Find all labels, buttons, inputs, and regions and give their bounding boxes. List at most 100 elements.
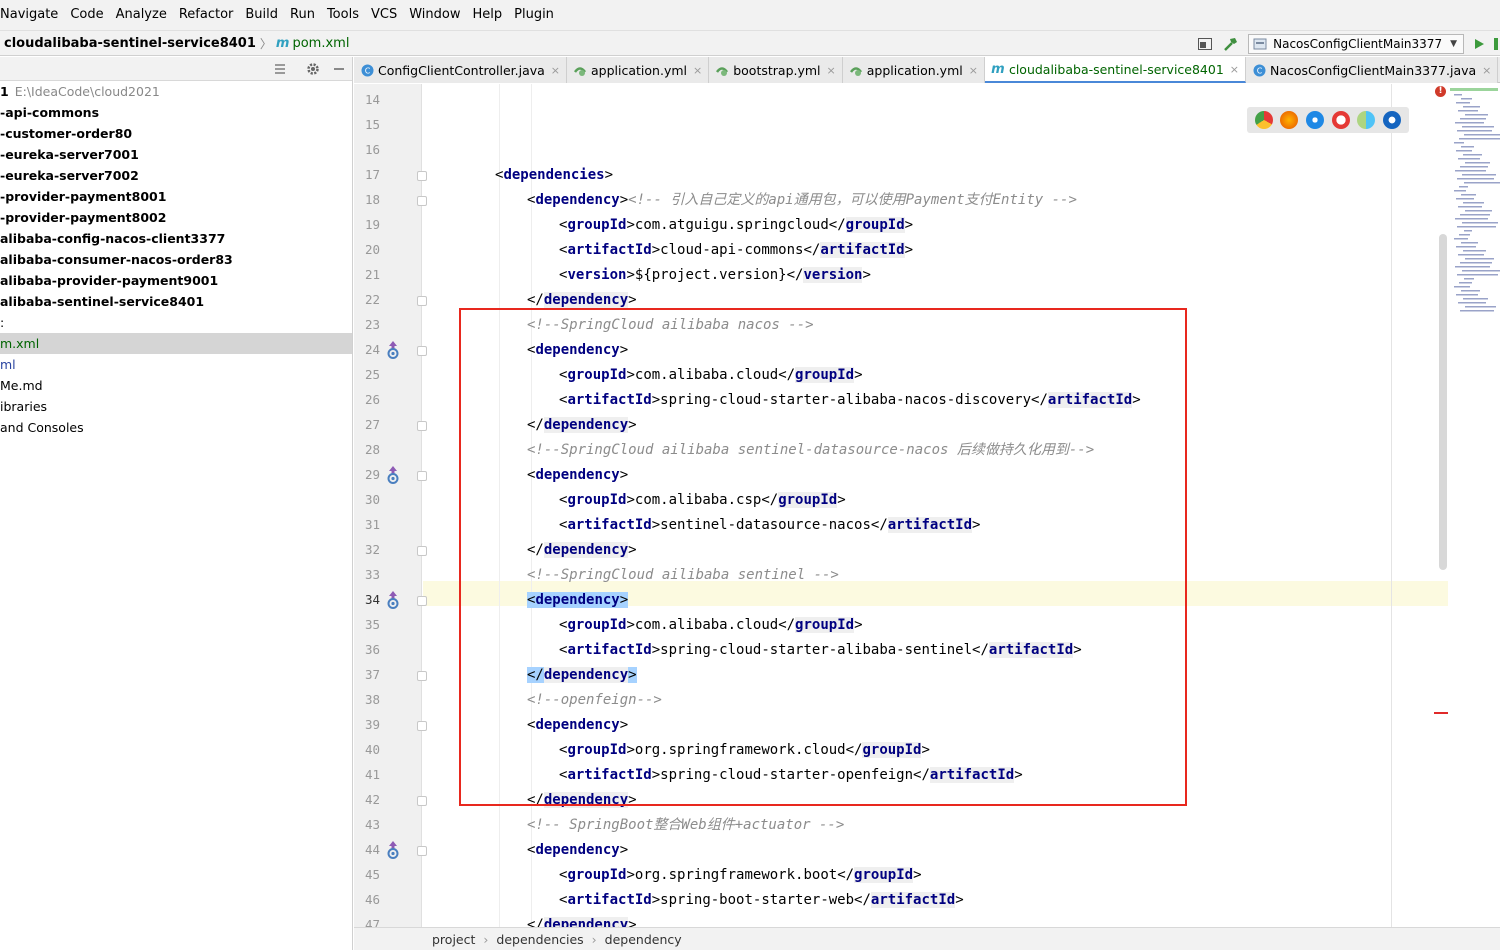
close-icon[interactable]: × [693, 64, 702, 77]
close-icon[interactable]: × [1230, 63, 1239, 76]
dependency-gutter-icon[interactable] [386, 341, 400, 359]
close-icon[interactable]: × [827, 64, 836, 77]
editor-tab[interactable]: m cloudalibaba-sentinel-service8401 × [984, 57, 1247, 83]
fold-marker-icon[interactable] [417, 846, 427, 856]
tag-name: groupId [567, 617, 627, 633]
tree-item[interactable]: ibraries [0, 396, 352, 417]
maven-icon: m [991, 61, 1005, 77]
close-icon[interactable]: × [969, 64, 978, 77]
xml-tag: </dependency> [527, 792, 637, 808]
breadcrumb-file[interactable]: m pom.xml [276, 36, 350, 51]
tree-root[interactable]: 1 E:\IdeaCode\cloud2021 [0, 81, 352, 102]
menu-item[interactable]: Refactor [173, 0, 240, 30]
fold-marker-icon[interactable] [417, 796, 427, 806]
tree-item[interactable]: -customer-order80 [0, 123, 352, 144]
menu-item[interactable]: Code [64, 0, 109, 30]
layout-icon[interactable] [1194, 33, 1216, 55]
gear-icon[interactable] [304, 60, 322, 78]
fold-marker-icon[interactable] [417, 346, 427, 356]
tree-item[interactable]: m.xml [0, 333, 352, 354]
editor-tab[interactable]: C ConfigClientController.java × [354, 57, 568, 83]
line-number: 31 [364, 517, 380, 532]
code-line: <dependency> [527, 588, 629, 613]
tag-bracket: > [1073, 642, 1082, 658]
tree-item[interactable]: : [0, 312, 352, 333]
run-icon[interactable] [1468, 33, 1490, 55]
tree-item[interactable]: -provider-payment8002 [0, 207, 352, 228]
menu-item[interactable]: Window [403, 0, 466, 30]
tag-bracket: > [626, 742, 635, 758]
fold-marker-icon[interactable] [417, 596, 427, 606]
tag-bracket: > [651, 392, 661, 408]
menu-item[interactable]: Tools [321, 0, 365, 30]
fold-marker-icon[interactable] [417, 671, 427, 681]
tree-item[interactable]: -eureka-server7001 [0, 144, 352, 165]
menu-item[interactable]: Build [239, 0, 284, 30]
close-icon[interactable]: × [1482, 64, 1491, 77]
editor-tab[interactable]: bootstrap.yml × [709, 57, 843, 83]
line-number: 34 [364, 592, 380, 607]
firefox-icon[interactable] [1280, 111, 1299, 129]
tree-item[interactable]: ml [0, 354, 352, 375]
editor-tab[interactable]: application.yml × [567, 57, 710, 83]
editor-tab[interactable]: application.yml × [842, 57, 985, 83]
menu-item[interactable]: Navigate [0, 0, 64, 30]
fold-marker-icon[interactable] [417, 296, 427, 306]
tree-item[interactable]: alibaba-config-nacos-client3377 [0, 228, 352, 249]
menu-item[interactable]: Run [284, 0, 321, 30]
error-indicator-icon[interactable]: ! [1435, 86, 1446, 97]
status-breadcrumb[interactable]: dependencies [496, 932, 583, 947]
fold-marker-icon[interactable] [417, 171, 427, 181]
fold-marker-icon[interactable] [417, 721, 427, 731]
fold-marker-icon[interactable] [417, 421, 427, 431]
code-line: <groupId>com.alibaba.cloud</groupId> [559, 613, 863, 638]
collapse-all-icon[interactable] [271, 60, 289, 78]
tree-item[interactable]: -eureka-server7002 [0, 165, 352, 186]
tree-item[interactable]: -api-commons [0, 102, 352, 123]
code-line: <artifactId>spring-cloud-starter-alibaba… [559, 388, 1141, 413]
scrollbar-thumb[interactable] [1439, 234, 1447, 570]
tree-item[interactable]: alibaba-consumer-nacos-order83 [0, 249, 352, 270]
status-breadcrumb[interactable]: dependency [605, 932, 682, 947]
tab-label: NacosConfigClientMain3377.java [1270, 62, 1477, 78]
run-config-label: NacosConfigClientMain3377 [1273, 37, 1443, 51]
menu-item[interactable]: Analyze [110, 0, 173, 30]
tag-name: groupId [795, 617, 855, 633]
menu-item[interactable]: Help [466, 0, 508, 30]
tree-item[interactable]: alibaba-provider-payment9001 [0, 270, 352, 291]
tree-item[interactable]: Me.md [0, 375, 352, 396]
tree-item[interactable]: -provider-payment8001 [0, 186, 352, 207]
run-configuration-select[interactable]: NacosConfigClientMain3377 ▼ [1248, 34, 1464, 54]
breadcrumb-project[interactable]: cloudalibaba-sentinel-service8401 [0, 36, 256, 51]
code-line: </dependency> [527, 663, 637, 688]
safari-icon[interactable] [1306, 111, 1325, 129]
edge-icon[interactable] [1383, 111, 1402, 129]
build-hammer-icon[interactable] [1220, 33, 1242, 55]
minimize-icon[interactable] [330, 60, 348, 78]
error-stripe-mark[interactable] [1434, 712, 1448, 714]
tag-name: groupId [795, 367, 855, 383]
tag-bracket: </ [828, 217, 846, 233]
tag-name: artifactId [567, 242, 652, 258]
opera-icon[interactable] [1331, 111, 1350, 129]
fold-marker-icon[interactable] [417, 471, 427, 481]
status-breadcrumb[interactable]: project [432, 932, 475, 947]
menu-item[interactable]: Plugin [508, 0, 560, 30]
breadcrumb-separator: › [483, 931, 489, 947]
tree-item[interactable]: alibaba-sentinel-service8401 [0, 291, 352, 312]
xml-tag: <artifactId> [559, 642, 660, 658]
fold-marker-icon[interactable] [417, 196, 427, 206]
code-editor[interactable]: 14 15 16 17 18 19 20 21 22 23 24 25 26 27 28 29 30 31 32 33… [354, 84, 1500, 927]
dependency-gutter-icon[interactable] [386, 466, 400, 484]
maven-icon: m [275, 35, 290, 51]
chrome-icon[interactable] [1254, 111, 1273, 129]
menu-item[interactable]: VCS [365, 0, 403, 30]
tree-item[interactable]: and Consoles [0, 417, 352, 438]
dependency-gutter-icon[interactable] [386, 841, 400, 859]
debug-icon[interactable] [1492, 33, 1500, 55]
dependency-gutter-icon[interactable] [386, 591, 400, 609]
browser-icon[interactable] [1357, 111, 1376, 129]
fold-marker-icon[interactable] [417, 546, 427, 556]
editor-tab[interactable]: C NacosConfigClientMain3377.java × [1246, 57, 1499, 83]
close-icon[interactable]: × [551, 64, 560, 77]
